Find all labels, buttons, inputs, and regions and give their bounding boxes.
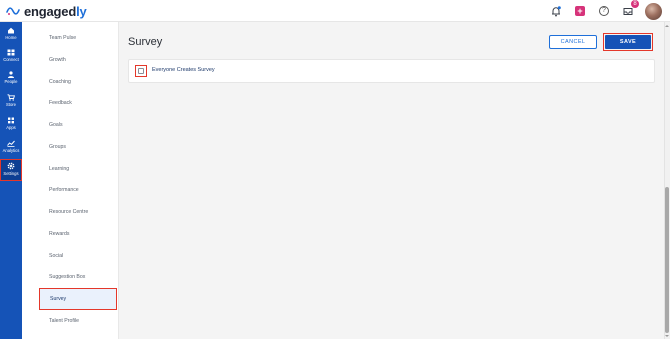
submenu-item-feedback[interactable]: Feedback — [39, 92, 117, 114]
submenu-item-survey[interactable]: Survey — [39, 288, 117, 310]
rail-label: People — [4, 79, 18, 84]
checkbox-highlight — [135, 65, 147, 77]
submenu-item-team-pulse[interactable]: Team Pulse — [39, 27, 117, 49]
submenu-item-rewards[interactable]: Rewards — [39, 223, 117, 245]
rail-label: Store — [5, 102, 16, 107]
rail-label: Home — [5, 35, 17, 40]
survey-settings-card: Everyone Creates Survey — [128, 59, 655, 83]
submenu-item-learning[interactable]: Learning — [39, 158, 117, 180]
rail-label: Connect — [3, 57, 19, 62]
submenu-item-groups[interactable]: Groups — [39, 136, 117, 158]
submenu-item-coaching[interactable]: Coaching — [39, 71, 117, 93]
scroll-up-icon[interactable] — [665, 24, 669, 28]
bell-icon[interactable] — [548, 3, 564, 19]
rail-item-home[interactable]: Home — [0, 26, 22, 46]
save-button-highlight: SAVE — [603, 33, 653, 51]
help-glyph: ? — [599, 6, 609, 16]
submenu-item-talent-profile[interactable]: Talent Profile — [39, 310, 117, 332]
logo-text: engagedly — [24, 3, 87, 19]
plus-icon[interactable]: + — [572, 3, 588, 19]
save-button[interactable]: SAVE — [605, 35, 651, 49]
scrollbar-thumb[interactable] — [665, 187, 669, 333]
rail-item-apps[interactable]: Apps — [0, 116, 22, 136]
rail-item-settings[interactable]: Settings — [0, 159, 22, 181]
rail-item-analytics[interactable]: Analytics — [0, 139, 22, 159]
page-title: Survey — [128, 36, 163, 48]
rail-label: Settings — [3, 171, 19, 176]
people-icon — [8, 71, 14, 78]
rail-item-people[interactable]: People — [0, 70, 22, 90]
apps-icon — [8, 117, 14, 124]
rail-item-store[interactable]: Store — [0, 93, 22, 113]
everyone-creates-survey-checkbox[interactable] — [138, 68, 144, 74]
rail-label: Analytics — [2, 148, 20, 153]
analytics-icon — [7, 140, 15, 147]
rail-item-connect[interactable]: Connect — [0, 48, 22, 68]
submenu-item-suggestion-box[interactable]: Suggestion Box — [39, 266, 117, 288]
rail-label: Apps — [6, 125, 16, 130]
submenu-item-performance[interactable]: Performance — [39, 179, 117, 201]
submenu-item-growth[interactable]: Growth — [39, 49, 117, 71]
everyone-creates-survey-label[interactable]: Everyone Creates Survey — [152, 67, 215, 73]
connect-icon — [7, 49, 15, 56]
scroll-down-icon[interactable] — [665, 334, 669, 338]
avatar[interactable] — [645, 2, 662, 20]
left-rail: Home Connect People Store Apps Analytics… — [0, 22, 22, 339]
cancel-button[interactable]: CANCEL — [549, 35, 597, 49]
submenu-item-social[interactable]: Social — [39, 245, 117, 267]
settings-submenu: Team Pulse Growth Coaching Feedback Goal… — [22, 22, 119, 339]
submenu-item-goals[interactable]: Goals — [39, 114, 117, 136]
inbox-badge: 8 — [631, 0, 639, 8]
gear-icon — [7, 162, 15, 170]
plus-glyph: + — [575, 6, 585, 16]
top-bar: engagedly + ? 8 — [0, 0, 670, 22]
submenu-item-resource-centre[interactable]: Resource Centre — [39, 201, 117, 223]
main-content: Survey CANCEL SAVE Everyone Creates Surv… — [119, 22, 664, 339]
engagedly-logo[interactable]: engagedly — [6, 3, 87, 19]
help-icon[interactable]: ? — [596, 3, 612, 19]
logo-icon — [6, 7, 20, 15]
cart-icon — [7, 94, 15, 101]
inbox-icon[interactable]: 8 — [620, 0, 639, 19]
home-icon — [8, 27, 14, 34]
